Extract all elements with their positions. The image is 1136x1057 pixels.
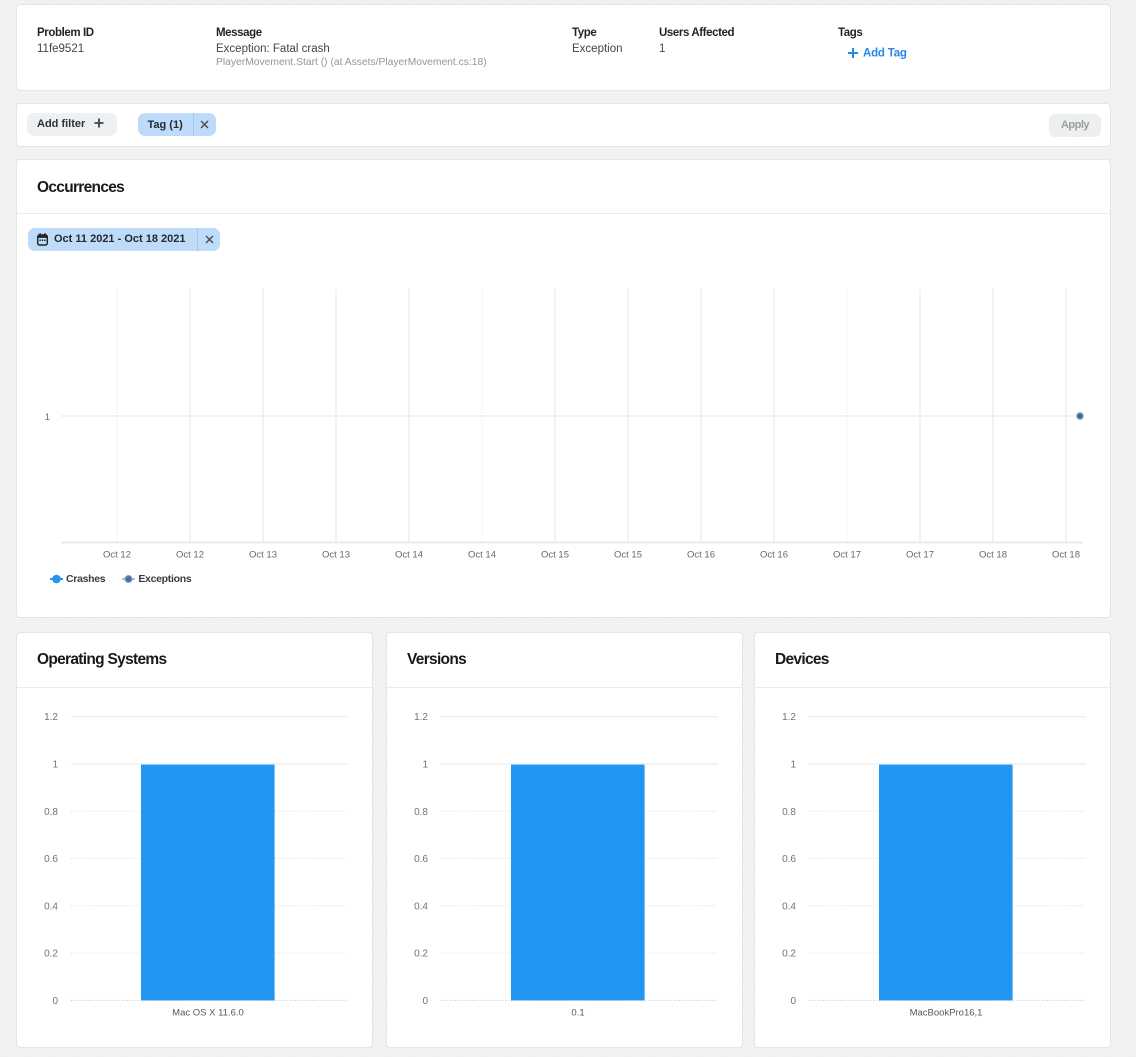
svg-text:0.1: 0.1 — [571, 1008, 584, 1019]
svg-text:Oct 12: Oct 12 — [103, 550, 131, 561]
svg-text:0.4: 0.4 — [414, 901, 428, 912]
svg-text:Oct 18: Oct 18 — [979, 550, 1007, 561]
svg-text:0.6: 0.6 — [414, 854, 428, 865]
svg-text:0.2: 0.2 — [414, 949, 428, 960]
svg-text:Oct 13: Oct 13 — [249, 550, 277, 561]
svg-text:MacBookPro16,1: MacBookPro16,1 — [910, 1008, 983, 1019]
svg-text:Oct 17: Oct 17 — [833, 550, 861, 561]
svg-text:1: 1 — [45, 412, 50, 423]
svg-text:1.2: 1.2 — [414, 712, 428, 723]
svg-text:Oct 16: Oct 16 — [760, 550, 788, 561]
svg-text:1: 1 — [52, 760, 58, 771]
svg-text:0.8: 0.8 — [44, 807, 58, 818]
svg-text:1: 1 — [790, 760, 796, 771]
svg-text:0.4: 0.4 — [782, 901, 796, 912]
svg-text:1: 1 — [422, 760, 428, 771]
svg-text:Oct 14: Oct 14 — [468, 550, 496, 561]
svg-text:0.6: 0.6 — [44, 854, 58, 865]
svg-text:Oct 12: Oct 12 — [176, 550, 204, 561]
svg-text:0.8: 0.8 — [782, 807, 796, 818]
svg-text:0: 0 — [422, 996, 428, 1007]
svg-text:0.2: 0.2 — [782, 949, 796, 960]
svg-text:Oct 15: Oct 15 — [541, 550, 569, 561]
svg-text:Oct 13: Oct 13 — [322, 550, 350, 561]
svg-text:0.6: 0.6 — [782, 854, 796, 865]
svg-text:1.2: 1.2 — [782, 712, 796, 723]
svg-text:Oct 17: Oct 17 — [906, 550, 934, 561]
svg-text:0: 0 — [52, 996, 58, 1007]
svg-text:0.2: 0.2 — [44, 949, 58, 960]
svg-text:Oct 15: Oct 15 — [614, 550, 642, 561]
svg-text:0: 0 — [790, 996, 796, 1007]
svg-text:Oct 14: Oct 14 — [395, 550, 423, 561]
svg-text:0.8: 0.8 — [414, 807, 428, 818]
svg-text:Oct 16: Oct 16 — [687, 550, 715, 561]
svg-text:1.2: 1.2 — [44, 712, 58, 723]
svg-text:Mac OS X 11.6.0: Mac OS X 11.6.0 — [172, 1008, 244, 1019]
svg-text:0.4: 0.4 — [44, 901, 58, 912]
svg-text:Oct 18: Oct 18 — [1052, 550, 1080, 561]
